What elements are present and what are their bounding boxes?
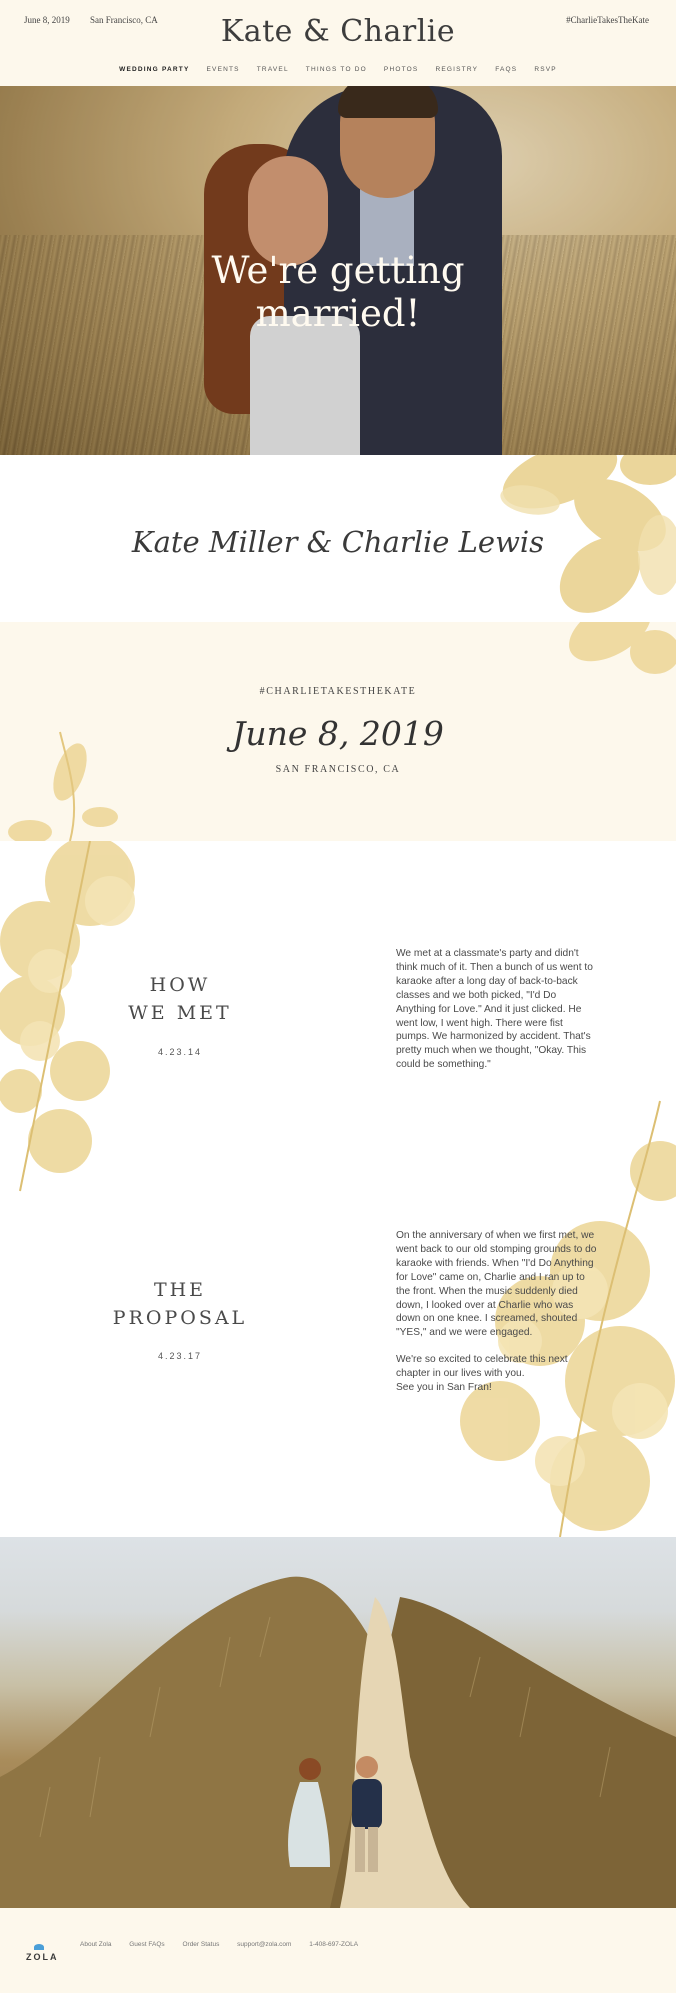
date-section: #CHARLIETAKESTHEKATE June 8, 2019 SAN FR… xyxy=(0,622,676,841)
hero-heading-line1: We're getting xyxy=(211,249,465,292)
zola-logo[interactable]: ZOLA xyxy=(26,1944,59,1962)
site-footer: ZOLA About Zola Guest FAQs Order Status … xyxy=(0,1908,676,1993)
hero-photo: We're getting married! xyxy=(0,86,676,455)
nav-things-to-do[interactable]: THINGS TO DO xyxy=(306,66,367,73)
nav-rsvp[interactable]: RSVP xyxy=(534,66,557,73)
zola-logo-text: ZOLA xyxy=(26,1952,59,1962)
proposal-title: THE PROPOSAL xyxy=(100,1276,260,1332)
how-we-met-body: We met at a classmate's party and didn't… xyxy=(396,947,598,1085)
header-hashtag: #CharlieTakesTheKate xyxy=(566,15,649,25)
proposal-date: 4.23.17 xyxy=(157,1351,203,1361)
proposal-body: On the anniversary of when we first met,… xyxy=(396,1229,598,1408)
sand-dune-scene xyxy=(0,1576,676,1908)
gold-floral-decoration xyxy=(0,841,676,1537)
couple-names: Kate Miller & Charlie Lewis xyxy=(131,525,545,559)
how-we-met-title: HOW WE MET xyxy=(100,971,260,1027)
footer-link-about[interactable]: About Zola xyxy=(80,1941,111,1948)
nav-travel[interactable]: TRAVEL xyxy=(257,66,289,73)
zola-logo-icon xyxy=(34,1944,44,1950)
couple-names-section: Kate Miller & Charlie Lewis xyxy=(0,455,676,622)
footer-link-guest-faqs[interactable]: Guest FAQs xyxy=(129,1941,164,1948)
nav-events[interactable]: EVENTS xyxy=(207,66,240,73)
wedding-date: June 8, 2019 xyxy=(232,714,444,753)
hero-heading-line2: married! xyxy=(255,292,421,335)
proposal-text-3: See you in San Fran! xyxy=(396,1382,492,1394)
footer-link-phone[interactable]: 1-408-697-ZOLA xyxy=(309,1941,358,1948)
proposal-text-2: We're so excited to celebrate this next … xyxy=(396,1354,568,1380)
proposal-text-1: On the anniversary of when we first met,… xyxy=(396,1230,597,1339)
date-section-hashtag: #CHARLIETAKESTHEKATE xyxy=(259,686,417,697)
footer-link-order-status[interactable]: Order Status xyxy=(182,1941,219,1948)
nav-photos[interactable]: PHOTOS xyxy=(384,66,419,73)
nav-faqs[interactable]: FAQS xyxy=(495,66,517,73)
proposal-title-line1: THE xyxy=(153,1279,207,1301)
nav-registry[interactable]: REGISTRY xyxy=(435,66,478,73)
main-nav: WEDDING PARTY EVENTS TRAVEL THINGS TO DO… xyxy=(0,66,676,73)
how-we-met-title-line2: WE MET xyxy=(128,1002,232,1024)
how-we-met-date: 4.23.14 xyxy=(157,1047,203,1057)
hero-heading: We're getting married! xyxy=(0,249,676,335)
story-section: HOW WE MET 4.23.14 We met at a classmate… xyxy=(0,841,676,1537)
proposal-title-line2: PROPOSAL xyxy=(112,1307,248,1329)
couple-walking-photo xyxy=(0,1537,676,1908)
footer-links: About Zola Guest FAQs Order Status suppo… xyxy=(80,1941,374,1948)
nav-wedding-party[interactable]: WEDDING PARTY xyxy=(119,66,189,73)
footer-link-support-email[interactable]: support@zola.com xyxy=(237,1941,291,1948)
wedding-city: SAN FRANCISCO, CA xyxy=(275,764,401,775)
site-header: June 8, 2019 San Francisco, CA Kate & Ch… xyxy=(0,0,676,86)
how-we-met-text: We met at a classmate's party and didn't… xyxy=(396,948,593,1071)
how-we-met-title-line1: HOW xyxy=(149,974,211,996)
